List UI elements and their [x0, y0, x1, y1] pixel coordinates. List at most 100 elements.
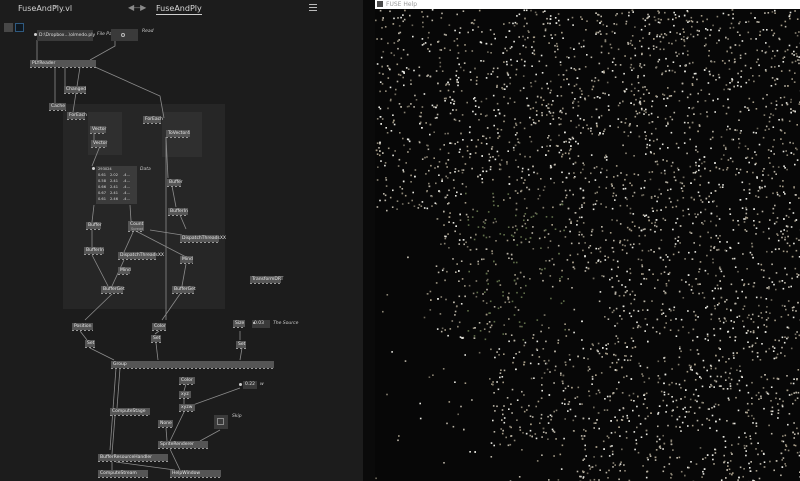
computestream-node[interactable]: ComputeStream [98, 470, 148, 478]
mind-mid-node[interactable]: Mind [118, 267, 131, 275]
point-sprite [540, 417, 543, 420]
point-sprite [563, 141, 565, 143]
point-sprite [634, 47, 636, 50]
point-sprite [686, 10, 689, 12]
point-sprite [796, 18, 799, 20]
point-sprite [682, 297, 685, 299]
set-node-1[interactable]: Set [85, 340, 95, 348]
computestage-node[interactable]: ComputeStage [110, 408, 150, 416]
point-sprite [524, 60, 526, 63]
point-sprite [710, 29, 712, 31]
point-sprite [502, 291, 504, 293]
point-sprite [612, 462, 615, 464]
file-path-input[interactable]: D:\Dropbox...\olmedo.ply [37, 30, 95, 41]
bufferin-left-node[interactable]: BufferIn [84, 247, 104, 255]
point-sprite [703, 156, 706, 158]
w-value-input[interactable]: 0.22 [243, 381, 257, 389]
point-sprite [405, 67, 408, 69]
point-sprite [679, 225, 682, 227]
vector-node-bottom[interactable]: Vector [91, 140, 107, 148]
bufferget-right-node[interactable]: BufferGet [172, 286, 196, 294]
point-sprite [605, 176, 608, 178]
color-node[interactable]: Color [152, 323, 166, 331]
point-sprite [376, 206, 379, 208]
point-sprite [652, 45, 655, 47]
point-sprite [745, 81, 748, 84]
xyzw-node[interactable]: xyzw [179, 404, 195, 412]
dispatch-threads-mid-node[interactable]: DispatchThreadsXX [118, 252, 164, 260]
dispatch-threads-right-node[interactable]: DispatchThreadsXX [180, 235, 226, 243]
point-sprite [518, 321, 521, 323]
point-sprite [387, 42, 389, 45]
point-sprite [527, 168, 530, 171]
group-node[interactable]: Group [111, 361, 274, 369]
point-sprite [715, 354, 717, 357]
point-sprite [745, 436, 747, 438]
point-sprite [516, 228, 518, 231]
skip-toggle[interactable] [214, 415, 228, 429]
set-node-3[interactable]: Set [236, 341, 246, 349]
point-sprite [464, 285, 466, 287]
point-sprite [573, 430, 575, 432]
xyz-node[interactable]: xyz [179, 391, 191, 399]
point-sprite [764, 185, 766, 188]
point-sprite [677, 146, 680, 149]
bufferget-left-node[interactable]: BufferGet [101, 286, 125, 294]
point-sprite [431, 205, 433, 207]
point-sprite [716, 284, 719, 287]
color-node-2[interactable]: Color [179, 377, 195, 385]
cache-node[interactable]: Cache [49, 103, 66, 111]
foreach-left-node[interactable]: ForEach [67, 112, 87, 120]
size-node[interactable]: Size [233, 320, 245, 328]
point-sprite [465, 213, 468, 216]
point-sprite [738, 22, 740, 25]
point-sprite [759, 187, 761, 190]
point-sprite [475, 79, 478, 82]
point-sprite [783, 218, 785, 220]
patch-editor[interactable]: FuseAndPly.vl ▾ ◀—▶ FuseAndPly D:\Dropbo… [0, 0, 363, 481]
point-sprite [480, 60, 482, 62]
position-node[interactable]: Position [72, 323, 93, 331]
foreach-right-node[interactable]: ForEach [143, 116, 163, 124]
point-sprite [648, 377, 650, 380]
point-sprite [444, 279, 446, 282]
point-cloud-viewport[interactable] [375, 9, 800, 481]
point-sprite [670, 131, 673, 134]
render-window[interactable]: FUSE Help [375, 0, 800, 481]
spriterenderer-node[interactable]: SpriteRenderer [158, 441, 208, 449]
point-sprite [727, 331, 729, 333]
point-sprite [508, 30, 511, 32]
point-sprite [485, 236, 488, 239]
point-sprite [746, 411, 748, 414]
point-sprite [663, 290, 665, 292]
buffer-left-node[interactable]: Buffer [86, 222, 102, 230]
helpwindow-node[interactable]: HelpWindow [170, 470, 221, 478]
plyreader-node[interactable]: PLYReader [30, 60, 96, 68]
none-node[interactable]: None [158, 420, 173, 428]
tovector4-node[interactable]: ToVector4 [166, 130, 190, 138]
point-sprite [690, 196, 693, 199]
transformdrt-node[interactable]: TransformDRT [250, 276, 283, 284]
point-sprite [730, 378, 733, 381]
size-value-input[interactable]: 0.03 [252, 320, 270, 328]
point-sprite [492, 200, 495, 203]
point-sprite [669, 329, 672, 331]
point-sprite [621, 12, 623, 15]
point-sprite [564, 152, 567, 154]
set-node-2[interactable]: Set [151, 335, 161, 343]
point-sprite [796, 124, 798, 126]
changed-node[interactable]: Changed [64, 86, 86, 94]
point-sprite [455, 74, 457, 77]
point-sprite [420, 115, 422, 118]
buffer-right-node[interactable]: Buffer [167, 179, 183, 187]
point-sprite [444, 237, 447, 240]
point-sprite [739, 370, 742, 372]
point-sprite [443, 144, 445, 146]
vector-node-top[interactable]: Vector [90, 126, 106, 134]
bufferin-right-node[interactable]: BufferIn [168, 208, 188, 216]
render-window-titlebar[interactable]: FUSE Help [375, 0, 800, 9]
point-sprite [616, 260, 619, 263]
bufferresourcehandler-node[interactable]: BufferResourceHandler [98, 454, 168, 462]
mind-right-node[interactable]: Mind [180, 256, 193, 264]
point-sprite [719, 27, 722, 30]
